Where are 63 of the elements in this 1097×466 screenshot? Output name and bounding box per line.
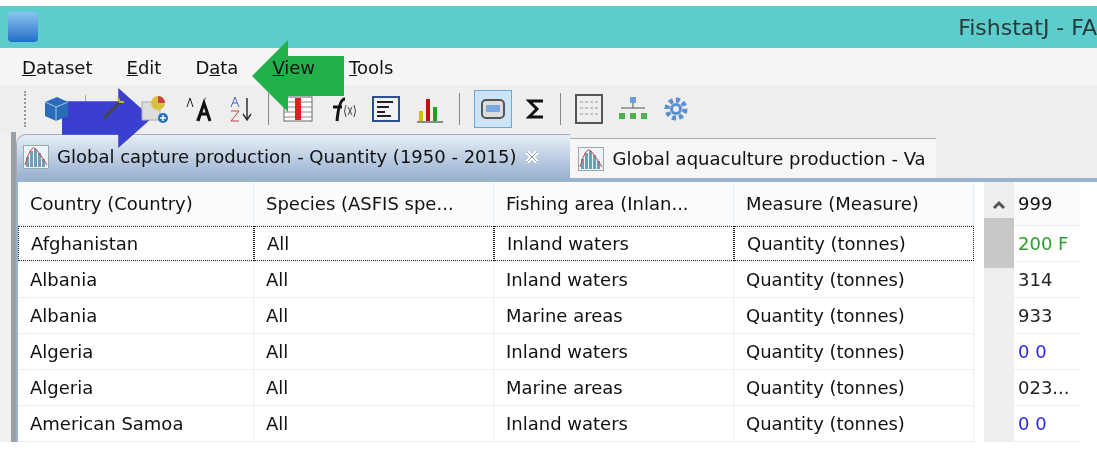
table-cell: American Samoa — [18, 406, 254, 441]
table-cell: Quantity (tonnes) — [734, 226, 974, 261]
table-cell: 0 0 — [1014, 334, 1080, 370]
table-cell: Inland waters — [494, 226, 734, 261]
column-header[interactable]: 999 — [1014, 182, 1080, 226]
table-cell: Algeria — [18, 334, 254, 369]
scroll-up-icon[interactable] — [992, 200, 1006, 210]
grip-icon — [24, 91, 27, 127]
table-cell: Marine areas — [494, 370, 734, 405]
table-cell: Albania — [18, 298, 254, 333]
table-cell: Marine areas — [494, 298, 734, 333]
menu-item[interactable]: Edit — [126, 53, 162, 81]
scroll-thumb[interactable] — [984, 218, 1014, 268]
left-arrow-icon — [252, 40, 346, 112]
menu-item[interactable]: Dataset — [22, 53, 93, 81]
gear-icon[interactable] — [663, 96, 689, 122]
table-cell: Inland waters — [494, 262, 734, 297]
table-cell: Quantity (tonnes) — [734, 334, 974, 369]
column-header[interactable]: Species (ASFIS spe... — [254, 182, 494, 225]
app-icon — [8, 12, 38, 42]
menu-item[interactable]: Tools — [349, 53, 394, 81]
chart-icon — [578, 146, 605, 171]
close-icon[interactable] — [524, 148, 541, 165]
tab[interactable]: Global aquaculture production - Va — [570, 138, 936, 178]
table-cell: Quantity (tonnes) — [734, 370, 974, 405]
text-align-icon[interactable] — [371, 95, 401, 123]
table-cell: 933 — [1014, 298, 1080, 334]
table-cell: Inland waters — [494, 406, 734, 441]
table-cell: 0 0 — [1014, 406, 1080, 442]
table-cell: 023... — [1014, 370, 1080, 406]
table-cell: All — [254, 334, 494, 369]
table-cell: Quantity (tonnes) — [734, 298, 974, 333]
table-cell: All — [254, 262, 494, 297]
table-cell: Albania — [18, 262, 254, 297]
column-header[interactable]: Country (Country) — [18, 182, 254, 225]
table-cell: Quantity (tonnes) — [734, 262, 974, 297]
menu-item[interactable]: Data — [195, 53, 239, 81]
view-toggle-button[interactable] — [474, 90, 512, 128]
calculator-icon[interactable] — [575, 94, 603, 124]
menu-item[interactable]: View — [272, 53, 316, 81]
column-header[interactable]: Measure (Measure) — [734, 182, 974, 225]
font-size-icon[interactable] — [184, 95, 214, 123]
table-cell: All — [254, 226, 494, 261]
column-header[interactable]: Fishing area (Inlan... — [494, 182, 734, 225]
add-chart-icon[interactable] — [140, 94, 170, 124]
sort-icon[interactable] — [228, 95, 254, 123]
table-cell: Afghanistan — [18, 226, 254, 261]
table-icon[interactable] — [283, 96, 313, 122]
sigma-icon[interactable] — [526, 98, 546, 120]
tab[interactable]: Global capture production - Quantity (1950 - 2015) — [16, 134, 571, 178]
table-cell: All — [254, 298, 494, 333]
table-cell: Inland waters — [494, 334, 734, 369]
wand-icon[interactable] — [100, 96, 126, 122]
window-title: FishstatJ - FA — [958, 13, 1097, 42]
table-cell: 200 F — [1014, 226, 1080, 262]
table-cell: 314 — [1014, 262, 1080, 298]
table-cell: Algeria — [18, 370, 254, 405]
table-cell: All — [254, 370, 494, 405]
window-icon — [481, 99, 505, 119]
table-cell: All — [254, 406, 494, 441]
scrollbar[interactable] — [984, 182, 1014, 442]
table-cell: Quantity (tonnes) — [734, 406, 974, 441]
chart-icon — [23, 144, 49, 169]
